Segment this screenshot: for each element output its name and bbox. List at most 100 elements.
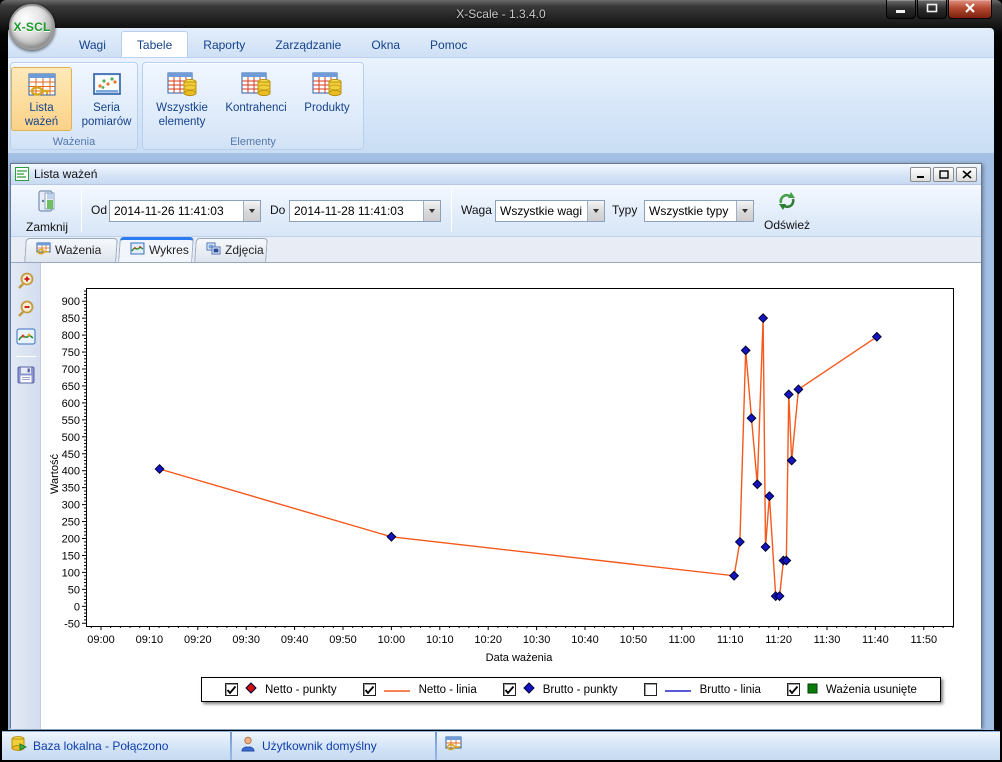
do-label: Do bbox=[270, 203, 285, 217]
odswiez-button[interactable]: Odśwież bbox=[759, 187, 815, 234]
legend-label: Brutto - punkty bbox=[543, 684, 618, 696]
x-tick-label: 09:20 bbox=[184, 634, 212, 646]
x-tick-label: 10:20 bbox=[474, 634, 502, 646]
maximize-icon bbox=[926, 0, 938, 18]
database-status-panel: Baza lokalna - Połączono bbox=[2, 732, 232, 760]
legend-label: Netto - linia bbox=[419, 684, 477, 696]
window-controls bbox=[885, 0, 992, 19]
database-icon bbox=[10, 735, 27, 757]
x-axis-title: Data ważenia bbox=[486, 652, 554, 664]
zoom-in-button[interactable] bbox=[14, 269, 38, 293]
produkty-button[interactable]: Produkty bbox=[296, 67, 358, 131]
toolbar-separator bbox=[81, 190, 82, 232]
chart-panel: 9008508007507006506005505004504003503002… bbox=[41, 263, 981, 729]
ribbon-tab-raporty[interactable]: Raporty bbox=[188, 32, 260, 57]
ribbon-tab-pomoc[interactable]: Pomoc bbox=[415, 32, 482, 57]
side-toolbar-separator bbox=[16, 356, 36, 357]
legend-item: Netto - linia bbox=[363, 681, 477, 699]
zoom-out-icon bbox=[16, 299, 36, 319]
chevron-down-icon bbox=[249, 209, 255, 213]
square-marker-icon bbox=[807, 681, 818, 699]
tab-wazenia[interactable]: Ważenia bbox=[24, 238, 118, 262]
legend-item: Ważenia usunięte bbox=[787, 681, 917, 699]
legend-label: Brutto - linia bbox=[700, 684, 761, 696]
seria-pomiarow-label: Seria pomiarów bbox=[82, 102, 132, 129]
child-titlebar: Lista ważeń bbox=[11, 164, 981, 185]
legend-checkbox-checked[interactable] bbox=[787, 683, 800, 696]
status-bar: Baza lokalna - Połączono Użytkownik domy… bbox=[2, 731, 1000, 760]
window-title: X-Scale - 1.3.4.0 bbox=[0, 7, 1002, 21]
y-tick-label: 500 bbox=[62, 432, 80, 444]
lista-wazen-label: Lista ważeń bbox=[25, 102, 58, 129]
ribbon-tab-zarzadzanie[interactable]: Zarządzanie bbox=[260, 32, 356, 57]
child-tabstrip: Ważenia Wykres bbox=[11, 237, 981, 263]
ribbon-tab-okna[interactable]: Okna bbox=[356, 32, 415, 57]
waga-value: Wszystkie wagi bbox=[496, 204, 587, 218]
x-tick-label: 10:00 bbox=[378, 634, 406, 646]
y-tick-label: 200 bbox=[62, 534, 80, 546]
od-dropdown-button[interactable] bbox=[243, 201, 260, 221]
x-tick-label: 09:10 bbox=[136, 634, 164, 646]
mdi-workspace: Lista ważeń Zamknij Od bbox=[8, 154, 994, 730]
minimize-icon bbox=[895, 0, 907, 18]
toolbar-separator bbox=[451, 190, 452, 232]
chart-export-button[interactable] bbox=[14, 325, 38, 349]
line-marker-icon bbox=[664, 681, 692, 699]
table-key-icon bbox=[25, 69, 59, 101]
produkty-label: Produkty bbox=[304, 102, 349, 116]
typy-dropdown-button[interactable] bbox=[736, 201, 753, 221]
tab-zdjecia[interactable]: Zdjęcia bbox=[194, 238, 268, 262]
wszystkie-elementy-button[interactable]: Wszystkie elementy bbox=[148, 67, 216, 131]
waga-dropdown-button[interactable] bbox=[587, 201, 604, 221]
od-label: Od bbox=[91, 203, 107, 217]
ribbon-tab-tabele[interactable]: Tabele bbox=[121, 31, 188, 57]
x-tick-label: 10:30 bbox=[523, 634, 551, 646]
zoom-out-button[interactable] bbox=[14, 297, 38, 321]
y-tick-label: 350 bbox=[62, 483, 80, 495]
kontrahenci-button[interactable]: Kontrahenci bbox=[220, 67, 292, 131]
legend-checkbox-checked[interactable] bbox=[503, 683, 516, 696]
kontrahenci-label: Kontrahenci bbox=[225, 102, 286, 116]
tab-wazenia-label: Ważenia bbox=[55, 243, 101, 257]
waga-label: Waga bbox=[461, 203, 492, 217]
y-tick-label: 450 bbox=[62, 449, 80, 461]
y-axis-title: Wartość bbox=[49, 454, 61, 494]
x-tick-label: 09:00 bbox=[87, 634, 115, 646]
do-dropdown-button[interactable] bbox=[423, 201, 440, 221]
refresh-icon bbox=[775, 190, 799, 217]
child-close-button[interactable] bbox=[956, 167, 977, 182]
minimize-button[interactable] bbox=[886, 0, 916, 19]
seria-pomiarow-button[interactable]: Seria pomiarów bbox=[76, 67, 137, 131]
ribbon: Lista ważeń Seria pomiarów Ważenia bbox=[8, 58, 994, 154]
y-tick-label: 600 bbox=[62, 398, 80, 410]
zamknij-button[interactable]: Zamknij bbox=[19, 187, 75, 234]
legend-checkbox-checked[interactable] bbox=[363, 683, 376, 696]
child-maximize-button[interactable] bbox=[933, 167, 954, 182]
od-date-value: 2014-11-26 11:41:03 bbox=[110, 204, 243, 218]
database-status-text: Baza lokalna - Połączono bbox=[33, 739, 168, 753]
legend-checkbox-unchecked[interactable] bbox=[644, 683, 657, 696]
table-key-small-icon bbox=[36, 242, 51, 258]
tab-wykres[interactable]: Wykres bbox=[118, 237, 194, 262]
zoom-in-icon bbox=[16, 271, 36, 291]
do-date-picker[interactable]: 2014-11-28 11:41:03 bbox=[289, 200, 441, 222]
do-date-value: 2014-11-28 11:41:03 bbox=[290, 204, 423, 218]
waga-select[interactable]: Wszystkie wagi bbox=[495, 200, 605, 222]
y-tick-label: 650 bbox=[62, 381, 80, 393]
save-button[interactable] bbox=[14, 363, 38, 387]
app-logo[interactable]: X-SCL bbox=[9, 4, 55, 50]
diamond-marker-icon bbox=[523, 681, 535, 699]
lista-wazen-button[interactable]: Lista ważeń bbox=[11, 67, 72, 131]
ribbon-tab-wagi[interactable]: Wagi bbox=[64, 32, 121, 57]
child-minimize-button[interactable] bbox=[910, 167, 931, 182]
legend-checkbox-checked[interactable] bbox=[225, 683, 238, 696]
close-button[interactable] bbox=[948, 0, 992, 19]
x-tick-label: 10:10 bbox=[426, 634, 454, 646]
chart-picture-icon bbox=[130, 242, 145, 258]
y-tick-label: 250 bbox=[62, 517, 80, 529]
typy-select[interactable]: Wszystkie typy bbox=[644, 200, 754, 222]
od-date-picker[interactable]: 2014-11-26 11:41:03 bbox=[109, 200, 261, 222]
chart-legend: Netto - punktyNetto - liniaBrutto - punk… bbox=[201, 677, 941, 702]
chart-tab-content: 9008508007507006506005505004504003503002… bbox=[11, 263, 981, 729]
maximize-button[interactable] bbox=[917, 0, 947, 19]
